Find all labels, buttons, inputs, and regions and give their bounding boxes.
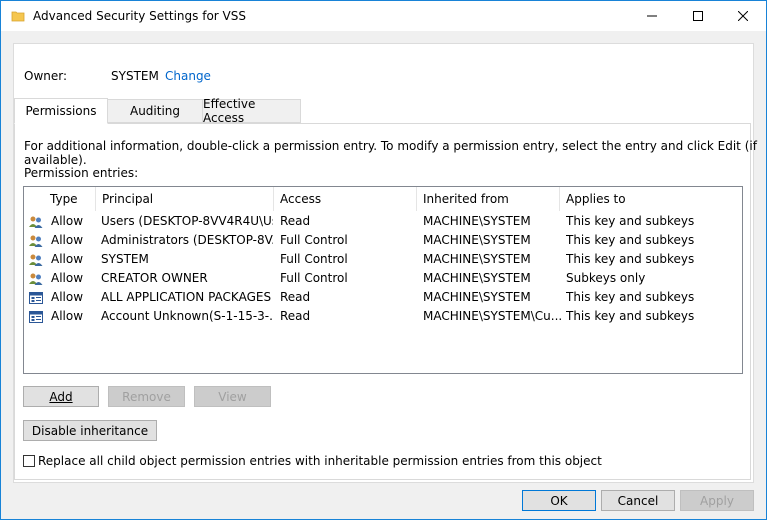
column-header-principal[interactable]: Principal <box>96 187 274 211</box>
column-header-applies-to[interactable]: Applies to <box>560 187 742 211</box>
owner-value: SYSTEM <box>111 69 159 83</box>
cell-principal: Users (DESKTOP-8VV4R4U\Us... <box>101 214 273 228</box>
view-button[interactable]: View <box>194 386 271 407</box>
cell-access: Read <box>280 309 311 323</box>
cell-inherited-from: MACHINE\SYSTEM <box>423 290 531 304</box>
cell-applies-to: This key and subkeys <box>566 290 695 304</box>
table-row[interactable]: Allow CREATOR OWNER Full Control MACHINE\SY… <box>25 269 741 288</box>
cell-access: Read <box>280 290 311 304</box>
tab-effective-access-label: Effective Access <box>203 97 256 125</box>
cell-inherited-from: MACHINE\SYSTEM <box>423 252 531 266</box>
owner-label: Owner: <box>24 69 68 83</box>
column-header-type[interactable]: Type <box>44 187 96 211</box>
cell-inherited-from: MACHINE\SYSTEM\Cu... <box>423 309 563 323</box>
cell-type: Allow <box>51 252 84 266</box>
column-header-inherited-from[interactable]: Inherited from <box>417 187 560 211</box>
tab-permissions[interactable]: Permissions <box>14 98 108 124</box>
tab-auditing-label: Auditing <box>129 104 181 118</box>
cell-inherited-from: MACHINE\SYSTEM <box>423 271 531 285</box>
cell-type: Allow <box>51 309 84 323</box>
column-header-access[interactable]: Access <box>274 187 417 211</box>
cell-access: Full Control <box>280 271 348 285</box>
change-owner-link[interactable]: Change <box>165 69 211 83</box>
cell-principal: ALL APPLICATION PACKAGES <box>101 290 272 304</box>
column-header-type-label: Type <box>50 192 78 206</box>
users-icon <box>28 271 44 287</box>
cell-applies-to: This key and subkeys <box>566 309 695 323</box>
cell-access: Full Control <box>280 252 348 266</box>
users-icon <box>28 214 44 230</box>
tab-effective-access[interactable]: Effective Access <box>202 97 301 125</box>
cell-principal: SYSTEM <box>101 252 149 266</box>
add-button-label: Add <box>49 389 73 404</box>
cell-access: Read <box>280 214 311 228</box>
users-icon <box>28 252 44 268</box>
replace-child-permissions-checkbox[interactable] <box>23 455 35 467</box>
cell-applies-to: This key and subkeys <box>566 214 695 228</box>
cell-type: Allow <box>51 271 84 285</box>
ok-button-label: OK <box>550 493 568 508</box>
cancel-button[interactable]: Cancel <box>601 490 675 511</box>
app-package-icon <box>28 290 44 306</box>
users-icon <box>28 233 44 249</box>
tab-auditing[interactable]: Auditing <box>107 99 203 123</box>
column-header-applies-to-label: Applies to <box>566 192 626 206</box>
cell-applies-to: Subkeys only <box>566 271 646 285</box>
cell-applies-to: This key and subkeys <box>566 252 695 266</box>
remove-button[interactable]: Remove <box>108 386 185 407</box>
maximize-button[interactable] <box>675 1 721 31</box>
folder-icon <box>11 9 25 23</box>
cell-principal: Administrators (DESKTOP-8V... <box>101 233 273 247</box>
table-row[interactable]: Allow Users (DESKTOP-8VV4R4U\Us... Read MAC… <box>25 212 741 231</box>
cell-type: Allow <box>51 233 84 247</box>
replace-child-permissions-label[interactable]: Replace all child object permission entr… <box>38 454 602 468</box>
disable-inheritance-button-label: Disable inheritance <box>31 423 149 438</box>
cell-applies-to: This key and subkeys <box>566 233 695 247</box>
cell-principal: Account Unknown(S-1-15-3-... <box>101 309 273 323</box>
apply-button[interactable]: Apply <box>680 490 754 511</box>
cell-type: Allow <box>51 214 84 228</box>
table-row[interactable]: Allow SYSTEM Full Control MACHINE\SYSTEM Thi… <box>25 250 741 269</box>
table-row[interactable]: Allow Account Unknown(S-1-15-3-... Read MAC… <box>25 307 741 326</box>
cancel-button-label: Cancel <box>617 493 659 508</box>
column-header-principal-label: Principal <box>102 192 154 206</box>
close-button[interactable] <box>720 1 766 31</box>
table-row[interactable]: Allow Administrators (DESKTOP-8V... Full C… <box>25 231 741 250</box>
cell-access: Full Control <box>280 233 348 247</box>
permission-entries-label: Permission entries: <box>24 166 139 180</box>
apply-button-label: Apply <box>700 493 734 508</box>
minimize-button[interactable] <box>629 1 675 31</box>
cell-type: Allow <box>51 290 84 304</box>
info-text: For additional information, double-click… <box>24 139 757 167</box>
tab-permissions-label: Permissions <box>25 104 97 118</box>
window-title: Advanced Security Settings for VSS <box>33 9 246 23</box>
disable-inheritance-button[interactable]: Disable inheritance <box>23 420 157 441</box>
column-header-access-label: Access <box>280 192 322 206</box>
column-header-inherited-from-label: Inherited from <box>423 192 509 206</box>
remove-button-label: Remove <box>122 389 171 404</box>
view-button-label: View <box>218 389 247 404</box>
title-bar[interactable]: Advanced Security Settings for VSS <box>1 1 766 31</box>
cell-inherited-from: MACHINE\SYSTEM <box>423 214 531 228</box>
table-row[interactable]: Allow ALL APPLICATION PACKAGES Read MACHINE… <box>25 288 741 307</box>
cell-principal: CREATOR OWNER <box>101 271 208 285</box>
app-package-icon <box>28 309 44 325</box>
permission-entries-list[interactable]: Type Principal Access Inherited from App… <box>23 186 743 374</box>
cell-inherited-from: MACHINE\SYSTEM <box>423 233 531 247</box>
ok-button[interactable]: OK <box>522 490 596 511</box>
add-button[interactable]: Add <box>23 386 99 407</box>
